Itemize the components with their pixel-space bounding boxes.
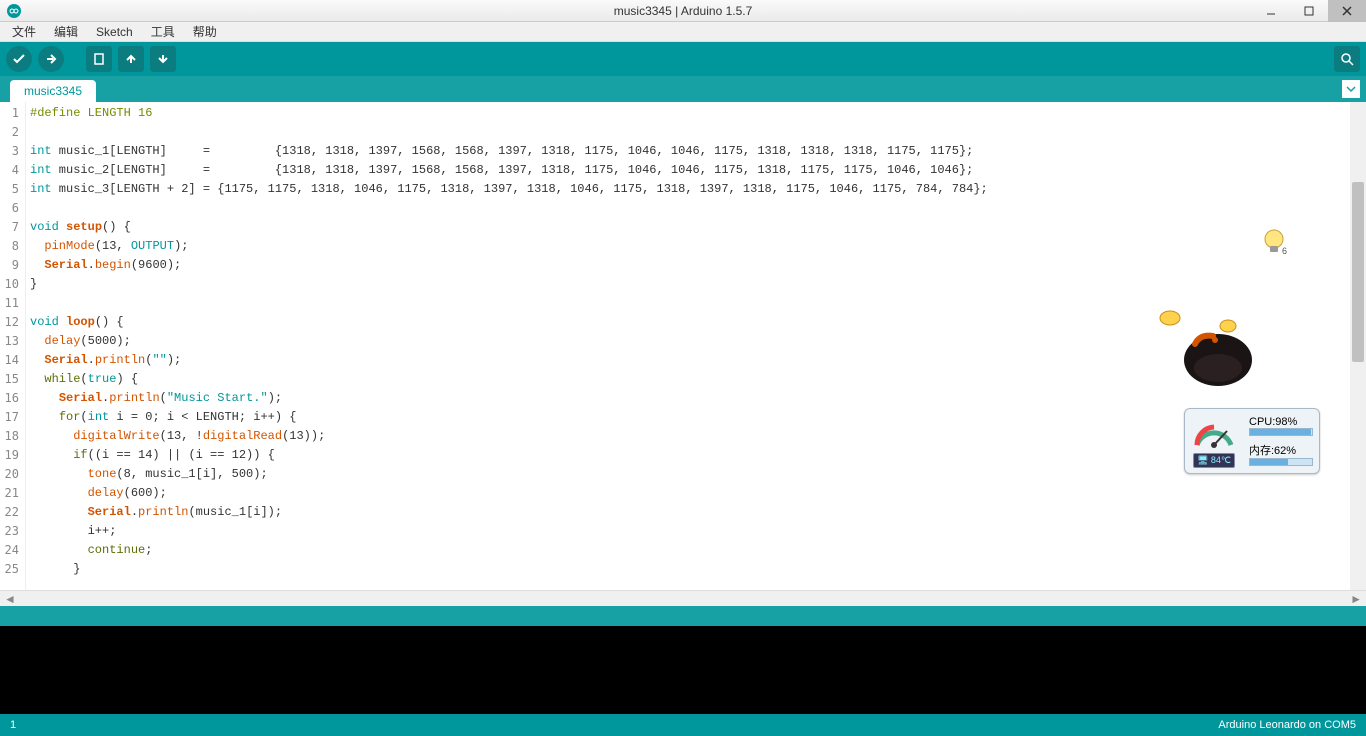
menu-tools[interactable]: 工具 (143, 21, 183, 42)
chevron-down-icon (1346, 84, 1356, 94)
tab-strip: music3345 (0, 76, 1366, 102)
line-gutter: 1234567891011121314151617181920212223242… (0, 102, 26, 590)
verify-button[interactable] (6, 46, 32, 72)
new-button[interactable] (86, 46, 112, 72)
penguin-icon (1140, 298, 1260, 388)
menu-help[interactable]: 帮助 (185, 21, 225, 42)
scroll-right-icon[interactable]: ► (1350, 592, 1362, 606)
svg-text:6: 6 (1282, 246, 1287, 256)
tab-menu-button[interactable] (1342, 80, 1360, 98)
temperature-badge: 🖥 84℃ (1193, 453, 1235, 468)
status-bar: 1 Arduino Leonardo on COM5 (0, 714, 1366, 736)
close-button[interactable] (1328, 0, 1366, 22)
vertical-scrollbar[interactable] (1350, 102, 1366, 590)
scroll-left-icon[interactable]: ◄ (4, 592, 16, 606)
serial-monitor-button[interactable] (1334, 46, 1360, 72)
minimize-button[interactable] (1252, 0, 1290, 22)
menu-edit[interactable]: 编辑 (46, 21, 86, 42)
console-divider (0, 606, 1366, 626)
horizontal-scrollbar[interactable]: ◄ ► (0, 590, 1366, 606)
console-output (0, 626, 1366, 714)
gauge-icon (1191, 415, 1237, 451)
arrow-up-icon (124, 52, 138, 66)
arrow-down-icon (156, 52, 170, 66)
arduino-logo-icon (6, 3, 22, 19)
maximize-button[interactable] (1290, 0, 1328, 22)
memory-bar (1249, 458, 1313, 466)
open-button[interactable] (118, 46, 144, 72)
toolbar (0, 42, 1366, 76)
status-line-number: 1 (10, 719, 16, 731)
menu-file[interactable]: 文件 (4, 21, 44, 42)
system-monitor-widget[interactable]: 🖥 84℃ CPU:98% 内存:62% (1184, 408, 1320, 474)
window-titlebar: music3345 | Arduino 1.5.7 (0, 0, 1366, 22)
lightbulb-icon: 6 (1260, 228, 1288, 256)
cpu-bar (1249, 428, 1313, 436)
check-icon (12, 52, 26, 66)
cpu-label: CPU:98% (1249, 416, 1313, 428)
lightbulb-widget[interactable]: 6 (1260, 228, 1288, 256)
menu-sketch[interactable]: Sketch (88, 23, 141, 41)
magnifier-icon (1340, 52, 1354, 66)
window-title: music3345 | Arduino 1.5.7 (614, 4, 753, 18)
arrow-right-icon (44, 52, 58, 66)
scrollbar-thumb[interactable] (1352, 182, 1364, 362)
status-board-port: Arduino Leonardo on COM5 (1218, 719, 1356, 731)
tab-music3345[interactable]: music3345 (10, 80, 96, 102)
upload-button[interactable] (38, 46, 64, 72)
penguin-mascot[interactable] (1140, 298, 1260, 388)
memory-label: 内存:62% (1249, 442, 1313, 458)
file-icon (92, 52, 106, 66)
save-button[interactable] (150, 46, 176, 72)
menu-bar: 文件 编辑 Sketch 工具 帮助 (0, 22, 1366, 42)
